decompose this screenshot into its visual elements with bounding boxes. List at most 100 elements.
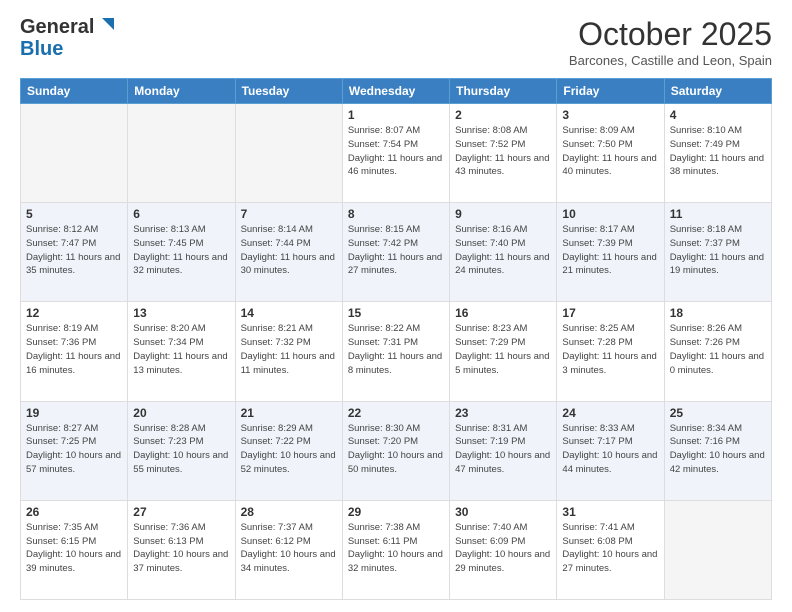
- calendar-day-cell: 3 Sunrise: 8:09 AMSunset: 7:50 PMDaylight…: [557, 104, 664, 203]
- day-number: 7: [241, 207, 337, 221]
- calendar-day-cell: 2 Sunrise: 8:08 AMSunset: 7:52 PMDaylight…: [450, 104, 557, 203]
- day-info: Sunrise: 7:35 AMSunset: 6:15 PMDaylight:…: [26, 521, 122, 576]
- weekday-header-row: Sunday Monday Tuesday Wednesday Thursday…: [21, 79, 772, 104]
- month-title: October 2025: [569, 16, 772, 53]
- day-info: Sunrise: 8:16 AMSunset: 7:40 PMDaylight:…: [455, 223, 551, 278]
- day-info: Sunrise: 8:30 AMSunset: 7:20 PMDaylight:…: [348, 422, 444, 477]
- day-info: Sunrise: 7:38 AMSunset: 6:11 PMDaylight:…: [348, 521, 444, 576]
- day-info: Sunrise: 7:41 AMSunset: 6:08 PMDaylight:…: [562, 521, 658, 576]
- day-number: 22: [348, 406, 444, 420]
- day-number: 26: [26, 505, 122, 519]
- logo-blue: Blue: [20, 38, 63, 60]
- calendar-week-row: 1 Sunrise: 8:07 AMSunset: 7:54 PMDaylight…: [21, 104, 772, 203]
- day-number: 31: [562, 505, 658, 519]
- day-info: Sunrise: 7:37 AMSunset: 6:12 PMDaylight:…: [241, 521, 337, 576]
- header-tuesday: Tuesday: [235, 79, 342, 104]
- day-number: 19: [26, 406, 122, 420]
- calendar-week-row: 12Sunrise: 8:19 AMSunset: 7:36 PMDayligh…: [21, 302, 772, 401]
- day-info: Sunrise: 8:13 AMSunset: 7:45 PMDaylight:…: [133, 223, 229, 278]
- day-info: Sunrise: 8:08 AMSunset: 7:52 PMDaylight:…: [455, 124, 551, 179]
- calendar-day-cell: 24Sunrise: 8:33 AMSunset: 7:17 PMDayligh…: [557, 401, 664, 500]
- title-area: October 2025 Barcones, Castille and Leon…: [569, 16, 772, 68]
- logo-icon: [96, 16, 114, 34]
- calendar-day-cell: 19 Sunrise: 8:27 AMSunset: 7:25 PMDayligh…: [21, 401, 128, 500]
- day-number: 15: [348, 306, 444, 320]
- calendar-day-cell: 13 Sunrise: 8:20 AMSunset: 7:34 PMDayligh…: [128, 302, 235, 401]
- logo-general: General: [20, 16, 94, 38]
- calendar-day-cell: 5 Sunrise: 8:12 AMSunset: 7:47 PMDaylight…: [21, 203, 128, 302]
- day-info: Sunrise: 8:21 AMSunset: 7:32 PMDaylight:…: [241, 322, 337, 377]
- calendar-day-cell: 17 Sunrise: 8:25 AMSunset: 7:28 PMDayligh…: [557, 302, 664, 401]
- calendar-day-cell: 20Sunrise: 8:28 AMSunset: 7:23 PMDayligh…: [128, 401, 235, 500]
- day-number: 29: [348, 505, 444, 519]
- day-info: Sunrise: 8:27 AMSunset: 7:25 PMDaylight:…: [26, 422, 122, 477]
- day-number: 18: [670, 306, 766, 320]
- day-info: Sunrise: 8:12 AMSunset: 7:47 PMDaylight:…: [26, 223, 122, 278]
- day-info: Sunrise: 8:20 AMSunset: 7:34 PMDaylight:…: [133, 322, 229, 377]
- calendar-day-cell: 23Sunrise: 8:31 AMSunset: 7:19 PMDayligh…: [450, 401, 557, 500]
- calendar-day-cell: 10Sunrise: 8:17 AMSunset: 7:39 PMDayligh…: [557, 203, 664, 302]
- day-number: 28: [241, 505, 337, 519]
- calendar-day-cell: [664, 500, 771, 599]
- day-info: Sunrise: 8:17 AMSunset: 7:39 PMDaylight:…: [562, 223, 658, 278]
- header-wednesday: Wednesday: [342, 79, 449, 104]
- day-number: 13: [133, 306, 229, 320]
- day-number: 20: [133, 406, 229, 420]
- day-info: Sunrise: 8:19 AMSunset: 7:36 PMDaylight:…: [26, 322, 122, 377]
- day-info: Sunrise: 8:15 AMSunset: 7:42 PMDaylight:…: [348, 223, 444, 278]
- calendar-day-cell: 26 Sunrise: 7:35 AMSunset: 6:15 PMDayligh…: [21, 500, 128, 599]
- day-number: 2: [455, 108, 551, 122]
- logo: General Blue: [20, 16, 114, 60]
- day-info: Sunrise: 8:34 AMSunset: 7:16 PMDaylight:…: [670, 422, 766, 477]
- calendar-day-cell: 1 Sunrise: 8:07 AMSunset: 7:54 PMDaylight…: [342, 104, 449, 203]
- calendar-day-cell: 14Sunrise: 8:21 AMSunset: 7:32 PMDayligh…: [235, 302, 342, 401]
- header-monday: Monday: [128, 79, 235, 104]
- calendar-day-cell: 28 Sunrise: 7:37 AMSunset: 6:12 PMDayligh…: [235, 500, 342, 599]
- header: General Blue October 2025 Barcones, Cast…: [20, 16, 772, 68]
- calendar-week-row: 26 Sunrise: 7:35 AMSunset: 6:15 PMDayligh…: [21, 500, 772, 599]
- day-info: Sunrise: 8:10 AMSunset: 7:49 PMDaylight:…: [670, 124, 766, 179]
- calendar-week-row: 5 Sunrise: 8:12 AMSunset: 7:47 PMDaylight…: [21, 203, 772, 302]
- day-number: 5: [26, 207, 122, 221]
- calendar-day-cell: 11 Sunrise: 8:18 AMSunset: 7:37 PMDayligh…: [664, 203, 771, 302]
- day-number: 16: [455, 306, 551, 320]
- day-info: Sunrise: 8:31 AMSunset: 7:19 PMDaylight:…: [455, 422, 551, 477]
- day-number: 11: [670, 207, 766, 221]
- page: General Blue October 2025 Barcones, Cast…: [0, 0, 792, 612]
- location-subtitle: Barcones, Castille and Leon, Spain: [569, 53, 772, 68]
- calendar-day-cell: 27 Sunrise: 7:36 AMSunset: 6:13 PMDayligh…: [128, 500, 235, 599]
- day-info: Sunrise: 8:18 AMSunset: 7:37 PMDaylight:…: [670, 223, 766, 278]
- calendar-day-cell: 25 Sunrise: 8:34 AMSunset: 7:16 PMDayligh…: [664, 401, 771, 500]
- calendar-week-row: 19 Sunrise: 8:27 AMSunset: 7:25 PMDayligh…: [21, 401, 772, 500]
- day-info: Sunrise: 8:07 AMSunset: 7:54 PMDaylight:…: [348, 124, 444, 179]
- day-number: 25: [670, 406, 766, 420]
- header-thursday: Thursday: [450, 79, 557, 104]
- day-number: 27: [133, 505, 229, 519]
- calendar-day-cell: 8 Sunrise: 8:15 AMSunset: 7:42 PMDaylight…: [342, 203, 449, 302]
- day-info: Sunrise: 8:09 AMSunset: 7:50 PMDaylight:…: [562, 124, 658, 179]
- calendar-day-cell: 4Sunrise: 8:10 AMSunset: 7:49 PMDaylight…: [664, 104, 771, 203]
- calendar-day-cell: 16Sunrise: 8:23 AMSunset: 7:29 PMDayligh…: [450, 302, 557, 401]
- day-number: 21: [241, 406, 337, 420]
- header-sunday: Sunday: [21, 79, 128, 104]
- day-info: Sunrise: 8:33 AMSunset: 7:17 PMDaylight:…: [562, 422, 658, 477]
- calendar-day-cell: 18 Sunrise: 8:26 AMSunset: 7:26 PMDayligh…: [664, 302, 771, 401]
- day-info: Sunrise: 8:26 AMSunset: 7:26 PMDaylight:…: [670, 322, 766, 377]
- day-number: 30: [455, 505, 551, 519]
- calendar-day-cell: 22 Sunrise: 8:30 AMSunset: 7:20 PMDayligh…: [342, 401, 449, 500]
- calendar-day-cell: [21, 104, 128, 203]
- day-number: 1: [348, 108, 444, 122]
- day-number: 17: [562, 306, 658, 320]
- day-number: 8: [348, 207, 444, 221]
- day-number: 3: [562, 108, 658, 122]
- calendar-day-cell: 12Sunrise: 8:19 AMSunset: 7:36 PMDayligh…: [21, 302, 128, 401]
- calendar-day-cell: 21 Sunrise: 8:29 AMSunset: 7:22 PMDayligh…: [235, 401, 342, 500]
- calendar-day-cell: 31 Sunrise: 7:41 AMSunset: 6:08 PMDayligh…: [557, 500, 664, 599]
- day-info: Sunrise: 8:29 AMSunset: 7:22 PMDaylight:…: [241, 422, 337, 477]
- day-info: Sunrise: 8:25 AMSunset: 7:28 PMDaylight:…: [562, 322, 658, 377]
- day-info: Sunrise: 7:36 AMSunset: 6:13 PMDaylight:…: [133, 521, 229, 576]
- calendar-day-cell: 15Sunrise: 8:22 AMSunset: 7:31 PMDayligh…: [342, 302, 449, 401]
- calendar-day-cell: 29 Sunrise: 7:38 AMSunset: 6:11 PMDayligh…: [342, 500, 449, 599]
- day-number: 6: [133, 207, 229, 221]
- header-saturday: Saturday: [664, 79, 771, 104]
